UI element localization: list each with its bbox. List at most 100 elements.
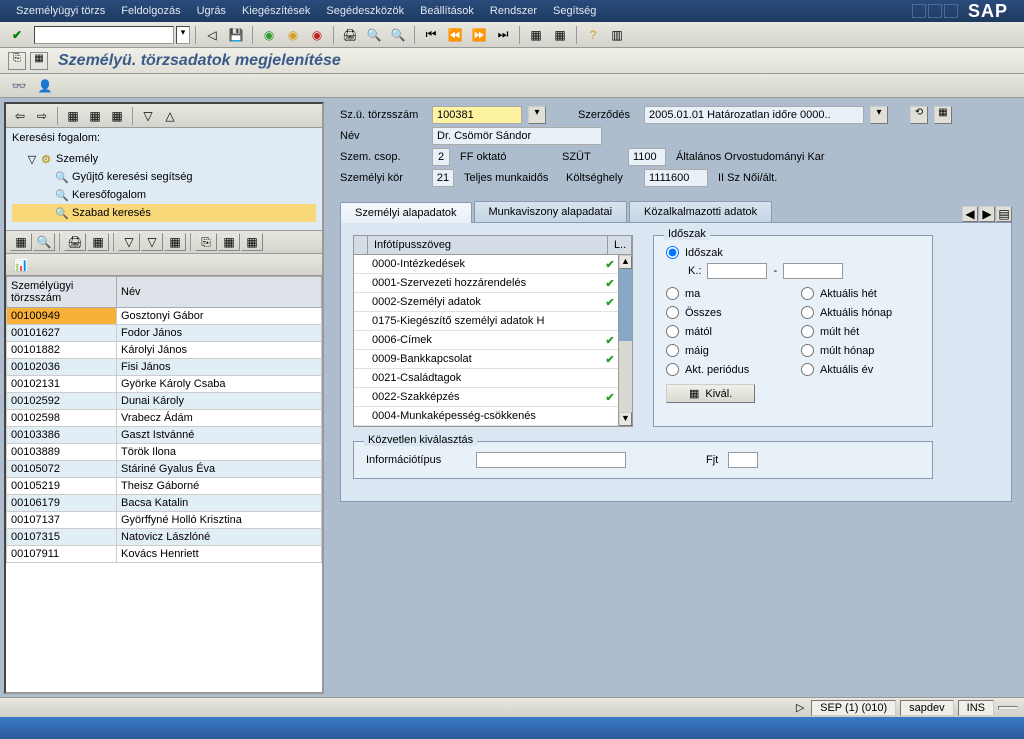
period-radio-option[interactable]: máig — [666, 344, 785, 357]
infotype-list[interactable]: 0000-Intézkedések✔0001-Szervezeti hozzár… — [353, 255, 633, 427]
radio-input[interactable] — [666, 363, 679, 376]
list-icon-7[interactable]: ▦ — [164, 233, 186, 251]
infotype-row[interactable]: 0021-Családtagok — [354, 369, 632, 388]
scroll-down-icon[interactable]: ▼ — [619, 412, 632, 426]
nav-right-icon[interactable]: ⇨ — [32, 107, 52, 125]
period-radio-option[interactable]: Összes — [666, 306, 785, 319]
nav-back-button[interactable]: ◉ — [258, 25, 280, 45]
list-icon-10[interactable]: ▦ — [241, 233, 263, 251]
list-icon-4[interactable]: ▦ — [87, 233, 109, 251]
period-radio-option[interactable]: Aktuális hónap — [801, 306, 920, 319]
table-row[interactable]: 00102036Fisi János — [7, 359, 322, 376]
table-row[interactable]: 00103386Gaszt Istvánné — [7, 427, 322, 444]
minimize-icon[interactable] — [912, 4, 926, 18]
nav-icon-2[interactable]: ▦ — [85, 107, 105, 125]
nav-icon-1[interactable]: ▦ — [63, 107, 83, 125]
title-icon-1[interactable]: ⎘ — [8, 52, 26, 70]
table-row[interactable]: 00106179Bacsa Katalin — [7, 495, 322, 512]
infotype-scrollbar[interactable]: ▲ ▼ — [618, 255, 632, 426]
command-field[interactable] — [34, 26, 174, 44]
tree-item-freesearch[interactable]: 🔍 Szabad keresés — [12, 204, 316, 222]
person-table[interactable]: Személyügyi törzsszám Név 00100949Goszto… — [6, 276, 322, 692]
collapse-icon[interactable]: ▽ — [26, 153, 38, 166]
close-icon[interactable] — [944, 4, 958, 18]
infotype-row[interactable]: 0001-Szervezeti hozzárendelés✔ — [354, 274, 632, 293]
infotype-row[interactable]: 0000-Intézkedések✔ — [354, 255, 632, 274]
tab-personal[interactable]: Személyi alapadatok — [340, 202, 472, 223]
nav-icon-3[interactable]: ▦ — [107, 107, 127, 125]
col-personnel-no[interactable]: Személyügyi törzsszám — [7, 277, 117, 308]
filter-up-icon[interactable]: △ — [160, 107, 180, 125]
table-row[interactable]: 00102592Dunai Károly — [7, 393, 322, 410]
find-button[interactable]: 🔍 — [363, 25, 385, 45]
infotype-select-col[interactable] — [354, 236, 368, 254]
last-page-button[interactable]: ⏭ — [492, 25, 514, 45]
period-radio-option[interactable]: Akt. periódus — [666, 363, 785, 376]
save-button[interactable]: 💾 — [225, 25, 247, 45]
table-row[interactable]: 00107137Györffyné Holló Krisztina — [7, 512, 322, 529]
menu-ugras[interactable]: Ugrás — [189, 3, 234, 19]
tree-item-searchterm[interactable]: 🔍 Keresőfogalom — [12, 186, 316, 204]
infotype-row[interactable]: 0022-Szakképzés✔ — [354, 388, 632, 407]
menu-beallitasok[interactable]: Beállítások — [412, 3, 482, 19]
status-server[interactable]: sapdev — [900, 700, 953, 716]
table-row[interactable]: 00105219Theisz Gáborné — [7, 478, 322, 495]
table-row[interactable]: 00102598Vrabecz Ádám — [7, 410, 322, 427]
scroll-thumb[interactable] — [619, 269, 632, 341]
prev-page-button[interactable]: ⏪ — [444, 25, 466, 45]
col-name[interactable]: Név — [117, 277, 322, 308]
shortcut-button[interactable]: ▦ — [549, 25, 571, 45]
header-btn-2[interactable]: ▦ — [934, 106, 952, 124]
list-icon-9[interactable]: ▦ — [218, 233, 240, 251]
direct-fjt-input[interactable] — [728, 452, 758, 468]
table-row[interactable]: 00107315Natovicz Lászlóné — [7, 529, 322, 546]
scroll-up-icon[interactable]: ▲ — [619, 255, 632, 269]
infotype-status-col[interactable]: L.. — [608, 236, 632, 254]
radio-input[interactable] — [801, 306, 814, 319]
infotype-row[interactable]: 0004-Munkaképesség-csökkenés — [354, 407, 632, 426]
personnel-no-field[interactable]: 100381 — [432, 106, 522, 124]
list-icon-1[interactable]: ▦ — [10, 233, 32, 251]
list-icon-5[interactable]: ▽ — [118, 233, 140, 251]
nav-left-icon[interactable]: ⇦ — [10, 107, 30, 125]
radio-input[interactable] — [666, 306, 679, 319]
period-radio-option[interactable]: múlt hónap — [801, 344, 920, 357]
radio-idoszak[interactable] — [666, 246, 679, 259]
print-button[interactable]: 🖨 — [339, 25, 361, 45]
table-row[interactable]: 00103889Török Ilona — [7, 444, 322, 461]
radio-input[interactable] — [801, 325, 814, 338]
back-button[interactable]: ◁ — [201, 25, 223, 45]
period-radio-option[interactable]: múlt hét — [801, 325, 920, 338]
radio-input[interactable] — [801, 287, 814, 300]
new-session-button[interactable]: ▦ — [525, 25, 547, 45]
help-button[interactable]: ? — [582, 25, 604, 45]
radio-input[interactable] — [666, 325, 679, 338]
table-row[interactable]: 00101882Károlyi János — [7, 342, 322, 359]
period-radio-option[interactable]: ma — [666, 287, 785, 300]
next-page-button[interactable]: ⏩ — [468, 25, 490, 45]
list-icon-3[interactable]: 🖨 — [64, 233, 86, 251]
table-row[interactable]: 00102131Györke Károly Csaba — [7, 376, 322, 393]
tab-public[interactable]: Közalkalmazotti adatok — [629, 201, 772, 222]
personnel-no-help-icon[interactable]: ▾ — [528, 106, 546, 124]
find-next-button[interactable]: 🔍 — [387, 25, 409, 45]
direct-info-input[interactable] — [476, 452, 626, 468]
tab-scroll-left-icon[interactable]: ◀ — [962, 206, 978, 222]
period-from-input[interactable] — [707, 263, 767, 279]
infotype-row[interactable]: 0175-Kiegészítő személyi adatok H — [354, 312, 632, 331]
tab-list-icon[interactable]: ▤ — [996, 206, 1012, 222]
period-radio-idoszak[interactable]: Időszak — [666, 246, 920, 259]
tree-item-collective[interactable]: 🔍 Gyűjtő keresési segítség — [12, 168, 316, 186]
tool-user-icon[interactable]: 👤 — [34, 76, 56, 96]
menu-feldolgozas[interactable]: Feldolgozás — [113, 3, 188, 19]
layout-button[interactable]: ▥ — [606, 25, 628, 45]
radio-input[interactable] — [801, 344, 814, 357]
period-radio-option[interactable]: mától — [666, 325, 785, 338]
radio-input[interactable] — [666, 287, 679, 300]
table-row[interactable]: 00100949Gosztonyi Gábor — [7, 308, 322, 325]
table-row[interactable]: 00107911Kovács Henriett — [7, 546, 322, 563]
status-arrow-icon[interactable]: ▷ — [793, 701, 807, 714]
infotype-row[interactable]: 0006-Címek✔ — [354, 331, 632, 350]
tree-root[interactable]: ▽ ⚙ Személy — [12, 150, 316, 168]
tab-employment[interactable]: Munkaviszony alapadatai — [474, 201, 628, 222]
